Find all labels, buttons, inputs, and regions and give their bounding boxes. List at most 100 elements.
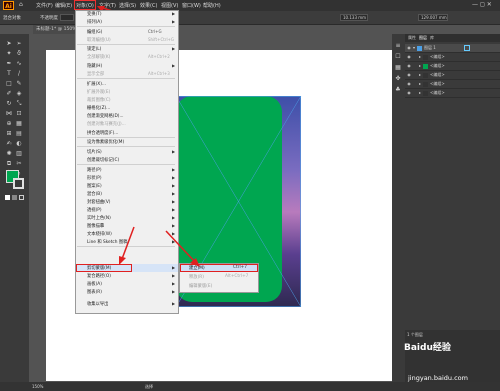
tab-layers[interactable]: 图层 bbox=[419, 35, 427, 41]
eye-icon[interactable]: ◉ bbox=[405, 89, 413, 97]
object-menu-item[interactable]: 设为像素级优化(M) bbox=[87, 139, 124, 145]
object-menu-item[interactable]: 创建对象马赛克(J)... bbox=[87, 121, 126, 127]
direct-selection-tool-icon[interactable]: ➢ bbox=[15, 40, 23, 48]
release-clipping-mask-item[interactable]: 释放(R) bbox=[189, 274, 204, 280]
object-menu-item[interactable]: 变换(T) bbox=[87, 11, 102, 17]
menu-edit[interactable]: 编辑(E) bbox=[55, 2, 72, 9]
rotate-tool-icon[interactable]: ↻ bbox=[5, 100, 13, 108]
zoom-level[interactable]: 150% bbox=[32, 384, 43, 389]
layer-row[interactable]: ◉ ▸ <编组> bbox=[405, 80, 500, 89]
none-mode-icon[interactable] bbox=[19, 195, 24, 200]
menu-help[interactable]: 帮助(H) bbox=[203, 2, 221, 9]
expand-icon[interactable]: ▸ bbox=[419, 72, 421, 77]
object-menu-item[interactable]: 形状(P) bbox=[87, 175, 102, 181]
tab-properties[interactable]: 属性 bbox=[408, 35, 416, 41]
eraser-tool-icon[interactable]: ◈ bbox=[15, 90, 23, 98]
stroke-color-swatch[interactable] bbox=[13, 178, 24, 189]
eye-icon[interactable]: ◉ bbox=[405, 62, 413, 70]
eye-icon[interactable]: ◉ bbox=[405, 80, 413, 88]
object-menu-item[interactable]: 排列(A) bbox=[87, 19, 102, 25]
pen-tool-icon[interactable]: ✒ bbox=[5, 60, 13, 68]
menu-object[interactable]: 对象(O) bbox=[76, 2, 94, 9]
edit-mask-item[interactable]: 编辑蒙版(E) bbox=[189, 283, 212, 289]
object-menu-item[interactable]: 全部解锁(K) bbox=[87, 54, 110, 60]
menu-effect[interactable]: 效果(C) bbox=[140, 2, 157, 9]
eye-icon[interactable]: ◉ bbox=[405, 71, 413, 79]
object-menu-item[interactable]: 封套扭曲(V) bbox=[87, 199, 110, 205]
object-menu-item[interactable]: 锁定(L) bbox=[87, 46, 101, 52]
eyedropper-tool-icon[interactable]: ✍ bbox=[5, 140, 13, 148]
curvature-tool-icon[interactable]: ∿ bbox=[15, 60, 23, 68]
lasso-tool-icon[interactable]: ϑ bbox=[15, 50, 23, 58]
opacity-field[interactable] bbox=[60, 14, 74, 21]
artboard-tool-icon[interactable]: ⧉ bbox=[5, 160, 13, 168]
properties-icon[interactable]: ≡ bbox=[393, 40, 403, 51]
object-menu-item[interactable]: 拼合透明度(F)... bbox=[87, 130, 118, 136]
stroke-width-field[interactable]: 10.133 mm bbox=[340, 14, 368, 21]
color-mode-icon[interactable] bbox=[5, 195, 10, 200]
symbol-sprayer-tool-icon[interactable]: ✺ bbox=[5, 150, 13, 158]
object-menu-item[interactable]: 创建裁切标记(C) bbox=[87, 157, 119, 163]
paintbrush-tool-icon[interactable]: ✎ bbox=[15, 80, 23, 88]
layer-row[interactable]: ◉ ▾ 图层 1 bbox=[405, 44, 500, 53]
line-tool-icon[interactable]: / bbox=[15, 70, 23, 78]
shape-builder-tool-icon[interactable]: ⊕ bbox=[5, 120, 13, 128]
object-menu-item[interactable]: 扩展(X)... bbox=[87, 81, 106, 87]
object-menu-item[interactable]: 透视(P) bbox=[87, 207, 102, 213]
window-controls[interactable]: — ◻ ✕ bbox=[472, 1, 492, 8]
shaper-tool-icon[interactable]: ✐ bbox=[5, 90, 13, 98]
menu-window[interactable]: 窗口(W) bbox=[182, 2, 201, 9]
object-menu-item[interactable]: 图表(R) bbox=[87, 289, 102, 295]
expand-icon[interactable]: ▸ bbox=[419, 54, 421, 59]
object-menu-item[interactable]: 编组(G) bbox=[87, 29, 102, 35]
object-menu-item[interactable]: 创建渐变网格(D)... bbox=[87, 113, 124, 119]
object-menu-item[interactable]: 文本绕排(W) bbox=[87, 231, 112, 237]
graph-tool-icon[interactable]: ▥ bbox=[15, 150, 23, 158]
slice-tool-icon[interactable]: ✂ bbox=[15, 160, 23, 168]
blend-tool-icon[interactable]: ◐ bbox=[15, 140, 23, 148]
layer-row[interactable]: ◉ ▸ <编组> bbox=[405, 53, 500, 62]
object-menu-item[interactable]: 收集以导出 bbox=[87, 301, 108, 307]
layer-row[interactable]: ◉ ▸ <编组> bbox=[405, 62, 500, 71]
magic-wand-tool-icon[interactable]: ✦ bbox=[5, 50, 13, 58]
mesh-tool-icon[interactable]: ⊞ bbox=[5, 130, 13, 138]
object-menu-item[interactable]: 取消编组(U) bbox=[87, 37, 111, 43]
width-tool-icon[interactable]: ⋈ bbox=[5, 110, 13, 118]
object-menu-item[interactable]: 扩展外观(E) bbox=[87, 89, 110, 95]
object-menu-item[interactable]: 图案(E) bbox=[87, 183, 102, 189]
object-menu-item[interactable]: 混合(B) bbox=[87, 191, 102, 197]
layer-row[interactable]: ◉ ▸ <编组> bbox=[405, 89, 500, 98]
object-menu-item[interactable]: 图像描摹 bbox=[87, 223, 104, 229]
gradient-mode-icon[interactable] bbox=[12, 195, 17, 200]
selection-tool-icon[interactable]: ➤ bbox=[5, 40, 13, 48]
symbols-icon[interactable]: ♣ bbox=[393, 84, 403, 95]
scale-tool-icon[interactable]: ⤡ bbox=[15, 100, 23, 108]
menu-file[interactable]: 文件(F) bbox=[36, 2, 53, 9]
brushes-icon[interactable]: ✤ bbox=[393, 73, 403, 84]
eye-icon[interactable]: ◉ bbox=[405, 53, 413, 61]
expand-icon[interactable]: ▾ bbox=[413, 45, 415, 50]
object-menu-item[interactable]: 切片(S) bbox=[87, 149, 102, 155]
swatches-icon[interactable]: ▦ bbox=[393, 62, 403, 73]
free-transform-tool-icon[interactable]: ⊡ bbox=[15, 110, 23, 118]
type-tool-icon[interactable]: T bbox=[5, 70, 13, 78]
libraries-icon[interactable]: ☐ bbox=[393, 51, 403, 62]
object-menu-item[interactable]: 复合路径(O) bbox=[87, 273, 111, 279]
home-icon[interactable]: ⌂ bbox=[19, 1, 23, 8]
perspective-grid-tool-icon[interactable]: ▦ bbox=[15, 120, 23, 128]
object-menu-item[interactable]: 路径(P) bbox=[87, 167, 102, 173]
rectangle-tool-icon[interactable]: □ bbox=[5, 80, 13, 88]
expand-icon[interactable]: ▸ bbox=[419, 90, 421, 95]
expand-icon[interactable]: ▸ bbox=[419, 81, 421, 86]
object-menu-item[interactable]: 裁剪图像(C) bbox=[87, 97, 111, 103]
target-icon[interactable] bbox=[463, 45, 470, 51]
object-menu-item[interactable]: 画板(A) bbox=[87, 281, 102, 287]
width-field[interactable]: 129.007 mm bbox=[418, 14, 448, 21]
tab-libraries[interactable]: 库 bbox=[430, 35, 434, 41]
object-menu-item[interactable]: 实时上色(N) bbox=[87, 215, 111, 221]
object-menu-item[interactable]: 栅格化(Z)... bbox=[87, 105, 110, 111]
object-menu-item[interactable]: 显示全部 bbox=[87, 71, 104, 77]
gradient-tool-icon[interactable]: ▤ bbox=[15, 130, 23, 138]
layer-row[interactable]: ◉ ▸ <编组> bbox=[405, 71, 500, 80]
eye-icon[interactable]: ◉ bbox=[405, 44, 413, 52]
